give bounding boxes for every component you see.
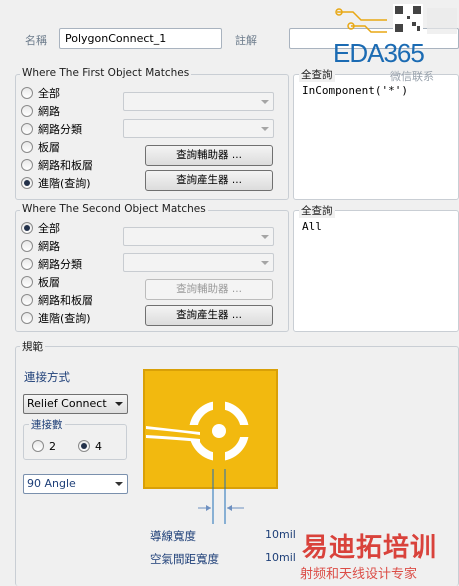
watermark-brand: 易迪拓培训 <box>302 533 438 563</box>
radio-icon <box>21 87 33 99</box>
second-query-title: 全查詢 <box>299 203 335 218</box>
first-query-title: 全查詢 <box>299 67 335 82</box>
first-query-helper-button[interactable]: 查詢輔助器 ... <box>145 145 273 166</box>
spoke-bottom <box>213 451 225 469</box>
first-radio-net-and-layer[interactable]: 網路和板層 <box>21 157 93 173</box>
first-radio-all[interactable]: 全部 <box>21 85 60 101</box>
radio-selected-icon <box>21 222 33 234</box>
constraints-title: 規範 <box>20 339 45 354</box>
radio-icon <box>21 276 33 288</box>
conductors-radio-4[interactable]: 4 <box>78 438 102 454</box>
conductor-width-label: 導線寬度 <box>150 529 196 543</box>
second-net-combo[interactable] <box>123 227 274 246</box>
first-radio-net-class[interactable]: 網路分類 <box>21 121 82 137</box>
radio-icon <box>21 312 33 324</box>
spoke-top <box>213 393 225 411</box>
first-query-text[interactable]: InComponent('*') <box>302 84 408 97</box>
second-object-title: Where The Second Object Matches <box>20 203 208 215</box>
name-label: 名稱 <box>25 34 47 47</box>
radio-icon <box>21 258 33 270</box>
second-radio-net[interactable]: 網路 <box>21 238 60 254</box>
watermark-logo-sub: 微信联系 <box>390 70 434 83</box>
chevron-down-icon <box>261 100 269 104</box>
radio-icon <box>32 440 44 452</box>
second-net-class-combo[interactable] <box>123 253 274 272</box>
second-query-helper-button[interactable]: 查詢輔助器 ... <box>145 279 273 300</box>
relief-connect-preview <box>143 369 278 524</box>
comment-label: 註解 <box>235 34 257 47</box>
second-query-text[interactable]: All <box>302 220 322 233</box>
conductor-width-value[interactable]: 10mil <box>265 528 296 541</box>
radio-icon <box>21 105 33 117</box>
connect-style-dropdown[interactable]: Relief Connect <box>23 394 128 414</box>
radio-selected-icon <box>78 440 90 452</box>
conductors-radio-2[interactable]: 2 <box>32 438 56 454</box>
second-radio-net-and-layer[interactable]: 網路和板層 <box>21 292 93 308</box>
radio-selected-icon <box>21 177 33 189</box>
watermark-logo: EDA365 <box>333 38 425 68</box>
second-query-builder-button[interactable]: 查詢產生器 ... <box>145 305 273 326</box>
conductors-title: 連接數 <box>29 417 65 432</box>
spoke-right <box>239 425 259 437</box>
chevron-down-icon <box>115 402 123 406</box>
radio-icon <box>21 159 33 171</box>
angle-dropdown[interactable]: 90 Angle <box>23 474 128 494</box>
radio-icon <box>21 141 33 153</box>
first-net-class-combo[interactable] <box>123 119 274 138</box>
radio-icon <box>21 240 33 252</box>
pad-hole <box>212 424 226 438</box>
dimension-arrow-right-icon <box>206 505 211 511</box>
first-object-title: Where The First Object Matches <box>20 67 192 79</box>
first-radio-net[interactable]: 網路 <box>21 103 60 119</box>
chevron-down-icon <box>261 261 269 265</box>
first-query-builder-button[interactable]: 查詢產生器 ... <box>145 170 273 191</box>
second-radio-advanced[interactable]: 進階(查詢) <box>21 310 91 326</box>
chevron-down-icon <box>261 127 269 131</box>
first-net-combo[interactable] <box>123 92 274 111</box>
second-radio-layer[interactable]: 板層 <box>21 274 60 290</box>
connect-style-value: Relief Connect <box>27 397 107 410</box>
dimension-arrow-left-icon <box>227 505 232 511</box>
chevron-down-icon <box>261 235 269 239</box>
name-input[interactable]: PolygonConnect_1 <box>59 28 222 49</box>
watermark-brand-sub: 射频和天线设计专家 <box>300 567 418 582</box>
radio-icon <box>21 294 33 306</box>
first-radio-advanced[interactable]: 進階(查詢) <box>21 175 91 191</box>
second-radio-all[interactable]: 全部 <box>21 220 60 236</box>
first-radio-layer[interactable]: 板層 <box>21 139 60 155</box>
air-gap-label: 空氣間距寬度 <box>150 552 219 566</box>
circuit-trace-icon <box>335 4 457 34</box>
radio-icon <box>21 123 33 135</box>
second-radio-net-class[interactable]: 網路分類 <box>21 256 82 272</box>
air-gap-value[interactable]: 10mil <box>265 551 296 564</box>
connect-style-label: 連接方式 <box>24 370 70 384</box>
chevron-down-icon <box>115 482 123 486</box>
angle-value: 90 Angle <box>27 477 76 490</box>
